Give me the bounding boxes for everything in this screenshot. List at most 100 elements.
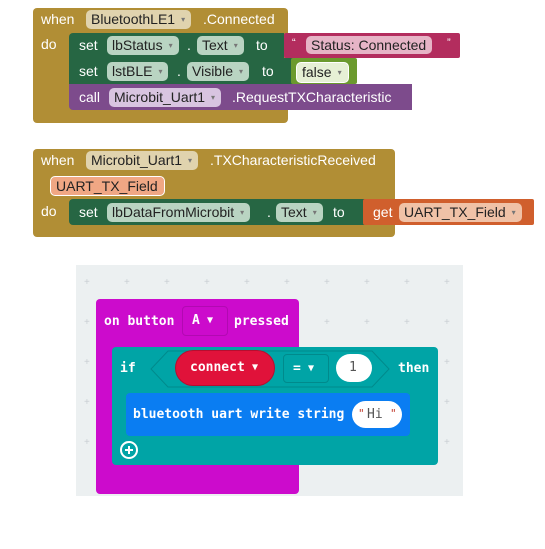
grid-plus-mark: + [444, 437, 450, 448]
to-label: to [333, 204, 345, 220]
grid-plus-mark: + [364, 317, 370, 328]
number-input[interactable]: 1 [336, 354, 372, 382]
dropdown-arrow-icon: ▾ [337, 68, 342, 77]
text-string-block[interactable]: “ Status: Connected ” [284, 33, 460, 58]
operator-value: = [293, 361, 301, 376]
grid-plus-mark: + [84, 397, 90, 408]
grid-plus-mark: + [204, 277, 210, 288]
boolean-dropdown[interactable]: false ▾ [296, 62, 349, 83]
operator-dropdown[interactable]: = ▼ [283, 354, 329, 383]
variable-name: UART_TX_Field [404, 204, 506, 220]
set-lstble-visible-block[interactable]: set lstBLE ▾ . Visible ▾ to [69, 58, 295, 84]
method-name: .RequestTXCharacteristic [232, 89, 392, 105]
property-dropdown[interactable]: Text ▾ [197, 36, 244, 55]
variable-connect-dropdown[interactable]: connect ▼ [175, 350, 275, 386]
grid-plus-mark: + [444, 397, 450, 408]
button-value: A [192, 313, 200, 328]
call-request-tx-block[interactable]: call Microbit_Uart1 ▾ .RequestTXCharacter… [69, 84, 412, 110]
grid-plus-mark: + [84, 357, 90, 368]
property-dropdown[interactable]: Text ▾ [276, 203, 323, 222]
property-name: Text [202, 37, 228, 53]
variable-name: connect [190, 360, 245, 375]
component-name: Microbit_Uart1 [91, 152, 183, 168]
grid-plus-mark: + [404, 277, 410, 288]
set-lbstatus-text-block[interactable]: set lbStatus ▾ . Text ▾ to [69, 33, 284, 58]
component-name: Microbit_Uart1 [114, 89, 206, 105]
grid-plus-mark: + [284, 277, 290, 288]
number-value: 1 [349, 360, 357, 375]
dot-label: . [267, 204, 271, 220]
grid-plus-mark: + [444, 357, 450, 368]
property-dropdown[interactable]: Visible ▾ [187, 62, 250, 81]
string-value: Hi [367, 407, 383, 422]
close-quote: " [390, 407, 397, 420]
set-label: set [79, 204, 98, 220]
set-label: set [79, 37, 98, 53]
component-dropdown[interactable]: lstBLE ▾ [107, 62, 169, 81]
open-quote: " [358, 407, 365, 420]
dropdown-arrow-icon: ▾ [168, 41, 173, 50]
when-label: when [41, 11, 75, 27]
grid-plus-mark: + [84, 277, 90, 288]
grid-plus-mark: + [84, 437, 90, 448]
property-name: Visible [192, 63, 233, 79]
grid-plus-mark: + [244, 277, 250, 288]
grid-plus-mark: + [124, 277, 130, 288]
dropdown-arrow-icon: ▾ [233, 41, 238, 50]
event-parameter[interactable]: UART_TX_Field [50, 176, 165, 196]
dropdown-arrow-icon: ▼ [308, 363, 315, 374]
grid-plus-mark: + [444, 317, 450, 328]
do-label: do [41, 36, 57, 52]
dropdown-arrow-icon: ▾ [211, 93, 216, 102]
close-quote: ” [447, 37, 451, 49]
component-name: lstBLE [112, 63, 153, 79]
boolean-value: false [302, 64, 332, 80]
if-label: if [120, 361, 136, 376]
component-dropdown[interactable]: Microbit_Uart1 ▾ [86, 151, 199, 170]
do-label: do [41, 203, 57, 219]
dropdown-arrow-icon: ▼ [252, 362, 259, 373]
dropdown-arrow-icon: ▾ [181, 15, 186, 24]
set-lbdata-text-block[interactable]: set lbDataFromMicrobit ▾ . Text ▾ to [69, 199, 365, 225]
to-label: to [256, 37, 268, 53]
dropdown-arrow-icon: ▾ [312, 208, 317, 217]
set-label: set [79, 63, 98, 79]
dropdown-arrow-icon: ▾ [239, 67, 244, 76]
property-name: Text [281, 204, 307, 220]
boolean-false-block[interactable]: false ▾ [291, 58, 357, 84]
get-variable-block[interactable]: get UART_TX_Field ▾ [363, 199, 534, 225]
grid-plus-mark: + [404, 317, 410, 328]
event-suffix: pressed [234, 314, 289, 329]
dropdown-arrow-icon: ▼ [207, 315, 214, 326]
open-quote: “ [292, 37, 296, 49]
grid-plus-mark: + [324, 277, 330, 288]
component-dropdown[interactable]: lbStatus ▾ [107, 36, 179, 55]
statement-label: bluetooth uart write string [133, 407, 345, 422]
button-dropdown[interactable]: A ▼ [182, 306, 228, 336]
plus-circle-icon[interactable] [120, 441, 138, 459]
string-value[interactable]: Status: Connected [306, 36, 433, 54]
event-name: .TXCharacteristicReceived [210, 152, 376, 168]
bluetooth-uart-write-string-block[interactable]: bluetooth uart write string " Hi " [126, 393, 410, 436]
variable-dropdown[interactable]: UART_TX_Field ▾ [399, 203, 522, 222]
dropdown-arrow-icon: ▾ [511, 208, 516, 217]
component-dropdown[interactable]: Microbit_Uart1 ▾ [109, 88, 222, 107]
component-dropdown[interactable]: lbDataFromMicrobit ▾ [107, 203, 251, 222]
component-dropdown[interactable]: BluetoothLE1 ▾ [86, 10, 192, 29]
dropdown-arrow-icon: ▾ [188, 156, 193, 165]
grid-plus-mark: + [444, 277, 450, 288]
dropdown-arrow-icon: ▾ [240, 208, 245, 217]
grid-plus-mark: + [84, 317, 90, 328]
dot-label: . [187, 37, 191, 53]
get-label: get [373, 204, 393, 220]
component-name: lbDataFromMicrobit [112, 204, 235, 220]
dot-label: . [177, 63, 181, 79]
grid-plus-mark: + [324, 317, 330, 328]
to-label: to [262, 63, 274, 79]
component-name: BluetoothLE1 [91, 11, 176, 27]
dropdown-arrow-icon: ▾ [158, 67, 163, 76]
string-input[interactable]: " Hi " [352, 401, 402, 428]
grid-plus-mark: + [364, 277, 370, 288]
grid-plus-mark: + [164, 277, 170, 288]
when-label: when [41, 152, 75, 168]
